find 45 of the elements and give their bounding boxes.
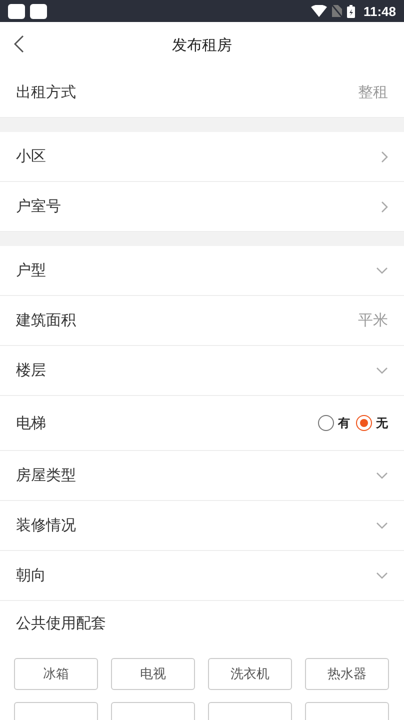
field-label: 出租方式 [16,83,76,102]
form-row[interactable]: 小区 [0,132,404,182]
field-label: 户室号 [16,197,61,216]
facility-button[interactable]: 洗衣机 [208,658,292,690]
chevron-right-icon [381,200,388,212]
form-row[interactable]: 楼层 [0,346,404,396]
chevron-down-icon [376,522,388,529]
form-row[interactable]: 房屋类型 [0,451,404,501]
chevron-down-icon [376,367,388,374]
chevron-right-icon [381,150,388,162]
field-value: 平米 [358,311,388,330]
field-label: 建筑面积 [16,311,76,330]
back-icon [14,35,24,53]
field-value: 整租 [358,83,388,102]
back-button[interactable] [14,35,24,53]
chevron-down-icon [376,572,388,579]
form-row[interactable]: 电梯 有 无 [0,396,404,451]
clock-time: 11:48 [363,4,396,18]
field-label: 户型 [16,261,46,280]
page-title: 发布租房 [172,36,232,54]
form-row[interactable]: 装修情况 [0,501,404,551]
field-label: 朝向 [16,566,46,585]
facility-button[interactable]: 冰箱 [14,658,98,690]
field-label: 房屋类型 [16,466,76,485]
radio-button[interactable] [318,415,334,431]
no-sim-icon [332,5,342,17]
facility-button[interactable]: 热水器 [305,658,389,690]
radio-button[interactable] [356,415,372,431]
option-label: 有 [338,414,350,432]
battery-icon [347,4,356,18]
chevron-down-icon [376,267,388,274]
option-label: 无 [376,414,388,432]
facility-button[interactable]: 电视 [111,658,195,690]
section-title: 公共使用配套 [16,614,106,633]
wifi-icon [311,5,328,17]
notification-icon [8,4,25,18]
field-label: 电梯 [16,414,46,432]
field-label: 装修情况 [16,516,76,535]
form-row[interactable]: 户型 [0,246,404,296]
field-label: 楼层 [16,361,46,380]
field-label: 小区 [16,147,46,166]
notification-icon [30,4,47,18]
form-row[interactable]: 建筑面积 平米 [0,296,404,346]
form-row[interactable]: 朝向 [0,551,404,601]
chevron-down-icon [376,472,388,479]
